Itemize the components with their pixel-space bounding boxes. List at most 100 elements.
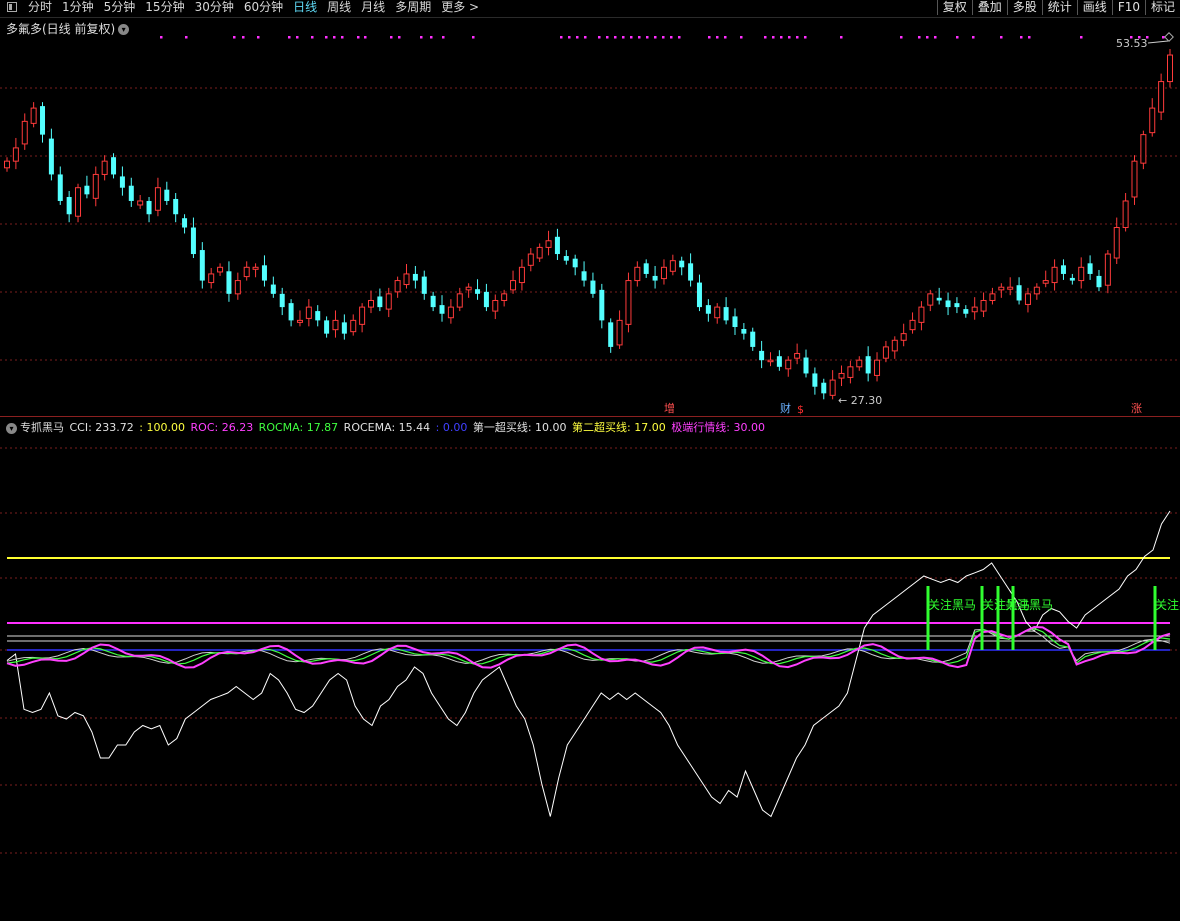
legend-item-5: : 0.00: [432, 421, 468, 434]
window-icon[interactable]: [7, 2, 17, 12]
stock-title: 多氟多(日线 前复权): [6, 22, 116, 36]
candle-body: [971, 306, 978, 313]
tab-5[interactable]: 60分钟: [244, 0, 283, 15]
signal-dot: [430, 36, 433, 39]
candle-body: [12, 147, 19, 162]
chevron-down-icon[interactable]: ▾: [6, 422, 17, 434]
candle-body: [146, 200, 152, 215]
chevron-down-icon[interactable]: ▾: [118, 24, 130, 35]
candle-body: [936, 297, 942, 301]
signal-dot: [934, 36, 937, 39]
candle-body: [261, 265, 267, 281]
signal-dot: [311, 36, 314, 39]
panel-divider[interactable]: [0, 416, 1180, 417]
tool-tab-2[interactable]: 多股: [1006, 0, 1042, 15]
indicator-title: 专抓黑马: [20, 421, 64, 434]
signal-bar: [980, 586, 984, 650]
tab-6[interactable]: 日线: [293, 0, 317, 15]
legend-item-3: ROCMA: 17.87: [255, 421, 339, 434]
indicator-chart[interactable]: 关注黑马关注黑马关注黑马关注黑马: [0, 418, 1180, 921]
candle-body: [359, 306, 366, 325]
candle-body: [1140, 134, 1147, 164]
candle-body: [776, 356, 782, 367]
candle-body: [154, 187, 161, 211]
high-price-label: 53.53: [1116, 37, 1148, 50]
tool-tab-1[interactable]: 叠加: [971, 0, 1007, 15]
candle-body: [785, 359, 792, 370]
signal-dot: [576, 36, 579, 39]
candle-body: [1149, 107, 1156, 134]
candle-body: [270, 284, 276, 294]
tab-8[interactable]: 月线: [361, 0, 385, 15]
candle-body: [652, 275, 658, 281]
candle-body: [84, 185, 90, 195]
candlestick-chart[interactable]: 53.53 ← 27.30 增 财 $ 涨: [0, 18, 1180, 416]
indicator-panel[interactable]: 关注黑马关注黑马关注黑马关注黑马 ▾专抓黑马 CCI: 233.72 : 100…: [0, 418, 1180, 921]
candle-body: [1167, 54, 1173, 83]
signal-dot: [242, 36, 245, 39]
candle-body: [900, 333, 907, 341]
candle-body: [563, 256, 569, 261]
candle-body: [882, 346, 889, 359]
signal-dot: [638, 36, 641, 39]
signal-dot: [1162, 36, 1165, 39]
rocma-line: [6, 627, 1171, 665]
tab-1[interactable]: 1分钟: [62, 0, 94, 15]
tool-tab-0[interactable]: 复权: [936, 0, 972, 15]
candle-body: [847, 366, 854, 378]
candle-body: [1042, 280, 1049, 284]
candle-body: [137, 200, 144, 206]
candle-body: [909, 319, 916, 331]
candle-body: [1131, 160, 1138, 198]
price-panel[interactable]: 53.53 ← 27.30 增 财 $ 涨 多氟多(日线 前复权) ▾: [0, 18, 1180, 416]
candle-body: [554, 236, 560, 255]
candle-body: [660, 266, 667, 280]
tool-tab-3[interactable]: 统计: [1041, 0, 1077, 15]
tab-9[interactable]: 多周期: [395, 0, 431, 15]
candle-body: [803, 357, 809, 374]
candle-body: [252, 266, 259, 270]
candle-body: [173, 198, 179, 215]
candle-body: [315, 311, 321, 321]
candle-body: [518, 266, 525, 284]
signal-bar: [1011, 586, 1015, 650]
candle-body: [891, 339, 898, 352]
tab-0[interactable]: 分时: [28, 0, 52, 15]
candle-body: [234, 280, 241, 295]
tab-2[interactable]: 5分钟: [104, 0, 136, 15]
period-toolbar: 分时 1分钟 5分钟 15分钟 30分钟 60分钟 日线 周线 月线 多周期 更多 > 复权 叠加 多股…: [0, 0, 1180, 18]
low-price-label: ← 27.30: [838, 394, 882, 407]
candle-body: [590, 280, 596, 294]
tab-3[interactable]: 15分钟: [145, 0, 184, 15]
candle-body: [421, 276, 427, 294]
tab-10[interactable]: 更多 >: [441, 0, 479, 15]
candle-body: [527, 253, 534, 266]
tab-7[interactable]: 周线: [327, 0, 351, 15]
candle-body: [305, 306, 312, 319]
signal-dot: [840, 36, 843, 39]
candle-body: [456, 293, 463, 308]
candle-body: [412, 273, 418, 281]
candle-body: [679, 260, 685, 268]
signal-dot: [630, 36, 633, 39]
signal-dot: [724, 36, 727, 39]
tool-tab-5[interactable]: F10: [1111, 0, 1145, 15]
tab-4[interactable]: 30分钟: [195, 0, 234, 15]
signal-dot: [325, 36, 328, 39]
tool-tab-6[interactable]: 标记: [1144, 0, 1180, 15]
event-marker: 财: [780, 401, 791, 415]
signal-dot: [678, 36, 681, 39]
tool-tab-4[interactable]: 画线: [1076, 0, 1112, 15]
candle-body: [856, 359, 863, 368]
signal-dot: [716, 36, 719, 39]
signal-dot: [918, 36, 921, 39]
candle-body: [226, 271, 232, 294]
candle-body: [447, 306, 454, 319]
candle-body: [1122, 200, 1129, 229]
candle-body: [377, 296, 383, 308]
signal-dot: [606, 36, 609, 39]
candle-body: [998, 286, 1005, 291]
candle-body: [119, 176, 125, 188]
candle-body: [741, 329, 747, 334]
candle-body: [164, 189, 170, 201]
